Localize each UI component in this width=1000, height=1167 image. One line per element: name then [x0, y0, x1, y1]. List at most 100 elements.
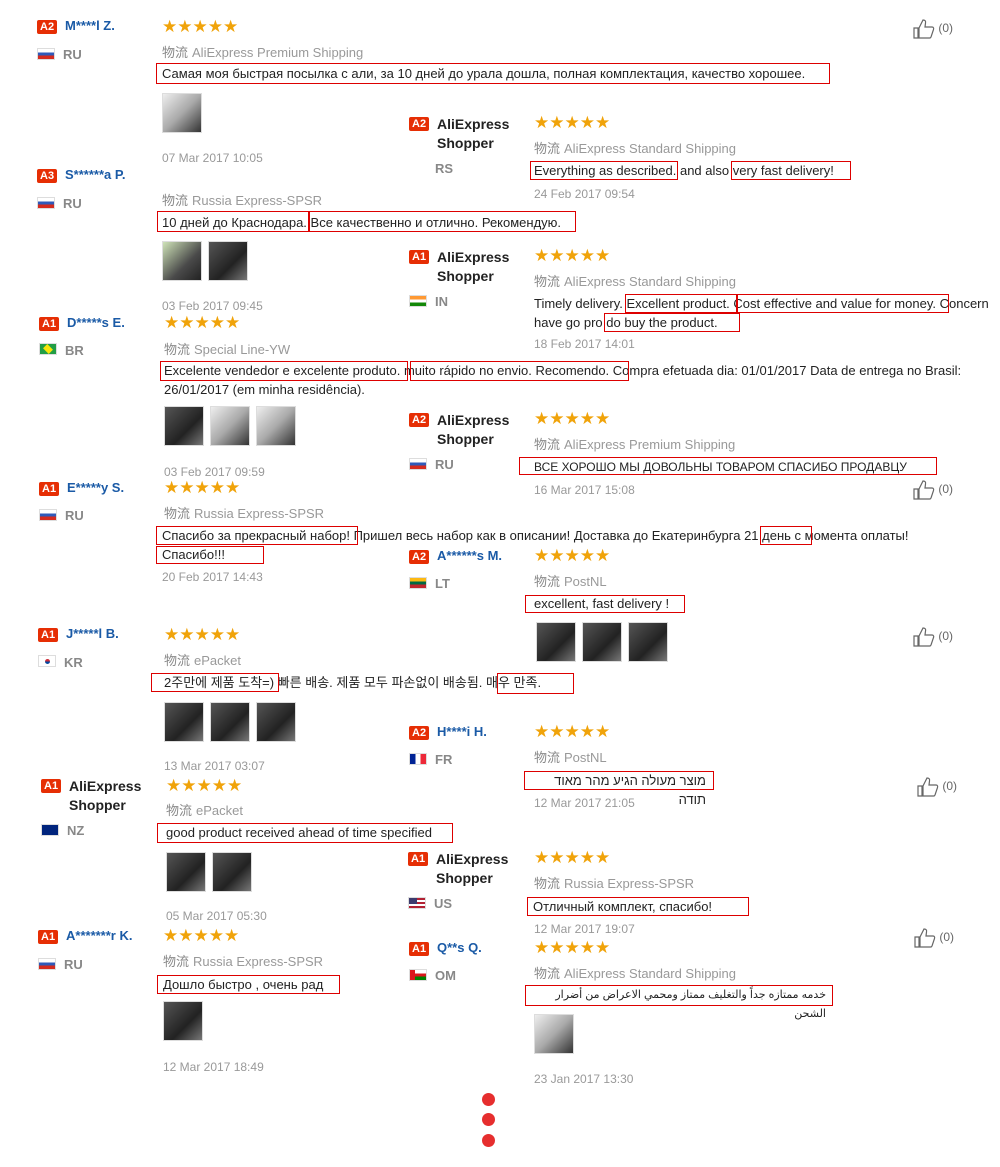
review-photo[interactable]	[212, 852, 252, 892]
review-photo[interactable]	[166, 852, 206, 892]
flag-icon	[37, 197, 55, 209]
reviewer-name[interactable]: M****l Z.	[65, 18, 115, 33]
shipping-label: Special Line-YW	[194, 342, 291, 357]
review-item: A1 D*****s E. BR	[39, 315, 159, 377]
level-badge: A1	[41, 779, 62, 793]
like-count: (0)	[942, 779, 958, 794]
thumbs-up-icon	[913, 627, 935, 647]
review-date: 24 Feb 2017 09:54	[534, 187, 635, 201]
reviewer-name[interactable]: AliExpress Shopper	[437, 411, 547, 449]
rating-stars: ★★★★★	[164, 478, 241, 497]
review-photo[interactable]	[208, 241, 248, 281]
shipping-label: PostNL	[564, 750, 607, 765]
review-photo[interactable]	[210, 406, 250, 446]
shipping-label: Russia Express-SPSR	[192, 193, 323, 208]
flag-icon	[39, 509, 57, 521]
photo-strip	[162, 241, 248, 281]
review-item: A1 AliExpress Shopper IN	[409, 249, 529, 318]
highlight-box	[519, 457, 937, 475]
rating-stars: ★★★★★	[534, 113, 611, 132]
shipping-label: AliExpress Standard Shipping	[564, 141, 737, 156]
flag-icon	[409, 753, 427, 765]
review-photo[interactable]	[256, 702, 296, 742]
reviewer-name[interactable]: S******a P.	[65, 167, 125, 182]
shipping-prefix: 物流	[534, 574, 561, 589]
shipping-prefix: 物流	[534, 141, 561, 156]
reviewer-name[interactable]: D*****s E.	[67, 315, 125, 330]
reviewer-name[interactable]: A******s M.	[437, 548, 502, 563]
review-photo[interactable]	[534, 1014, 574, 1054]
level-badge: A2	[409, 550, 430, 564]
shipping-prefix: 物流	[534, 437, 561, 452]
shipping-method: 物流 AliExpress Standard Shipping	[534, 271, 736, 290]
thumbs-up-icon	[917, 777, 939, 797]
review-date: 13 Mar 2017 03:07	[164, 759, 265, 773]
highlight-box	[157, 823, 453, 843]
review-item: A1 AliExpress Shopper US	[408, 851, 528, 920]
shipping-label: AliExpress Premium Shipping	[564, 437, 736, 452]
thumbs-up-icon	[913, 19, 935, 39]
shipping-prefix: 物流	[162, 193, 189, 208]
reviewer-name[interactable]: E*****y S.	[67, 480, 124, 495]
reviewer-name[interactable]: AliExpress Shopper	[437, 248, 547, 286]
level-badge: A3	[37, 169, 58, 183]
reviewer-name[interactable]: A*******r K.	[66, 928, 132, 943]
reviewer-name[interactable]: AliExpress Shopper	[436, 850, 546, 888]
reviewer-name[interactable]: Q**s Q.	[437, 940, 482, 955]
review-photo[interactable]	[164, 406, 204, 446]
photo-strip	[163, 1001, 203, 1041]
like-button[interactable]: (0)	[913, 627, 953, 647]
like-button[interactable]: (0)	[914, 928, 954, 948]
rating-stars: ★★★★★	[534, 546, 611, 565]
review-photo[interactable]	[162, 93, 202, 133]
reviewer-name[interactable]: H****i H.	[437, 724, 487, 739]
review-photo[interactable]	[582, 622, 622, 662]
reviewer-name[interactable]: AliExpress Shopper	[437, 115, 547, 153]
photo-strip	[166, 852, 252, 892]
shipping-method: 物流 Russia Express-SPSR	[162, 190, 322, 209]
like-count: (0)	[939, 930, 955, 945]
country-code: KR	[64, 655, 83, 670]
like-button[interactable]: (0)	[913, 19, 953, 39]
country-code: RU	[64, 957, 83, 972]
highlight-box	[157, 975, 340, 994]
shipping-method: 物流 PostNL	[534, 571, 607, 590]
review-photo[interactable]	[210, 702, 250, 742]
flag-icon	[37, 48, 55, 60]
level-badge: A1	[38, 930, 59, 944]
reviewer-name[interactable]: AliExpress Shopper	[69, 777, 179, 815]
photo-strip	[536, 622, 668, 662]
highlight-box	[156, 63, 830, 84]
shipping-label: Russia Express-SPSR	[193, 954, 324, 969]
review-date: 23 Jan 2017 13:30	[534, 1072, 634, 1086]
flag-icon	[409, 458, 427, 470]
highlight-box	[731, 161, 851, 180]
like-button[interactable]: (0)	[913, 480, 953, 500]
highlight-box	[530, 161, 678, 180]
flag-icon	[38, 655, 56, 667]
shipping-prefix: 物流	[163, 954, 190, 969]
country-code: BR	[65, 343, 84, 358]
level-badge: A2	[409, 413, 430, 427]
review-date: 18 Feb 2017 14:01	[534, 337, 635, 351]
review-photo[interactable]	[628, 622, 668, 662]
shipping-prefix: 物流	[534, 876, 561, 891]
photo-strip	[162, 93, 202, 133]
rating-stars: ★★★★★	[162, 17, 239, 36]
review-photo[interactable]	[536, 622, 576, 662]
shipping-method: 物流 PostNL	[534, 747, 607, 766]
review-photo[interactable]	[163, 1001, 203, 1041]
country-code: LT	[435, 576, 450, 591]
like-count: (0)	[938, 629, 954, 644]
loading-dot	[482, 1113, 495, 1126]
level-badge: A1	[38, 628, 59, 642]
like-button[interactable]: (0)	[917, 777, 957, 797]
shipping-label: Russia Express-SPSR	[564, 876, 695, 891]
country-code: RU	[63, 196, 82, 211]
rating-stars: ★★★★★	[163, 926, 240, 945]
country-code: RS	[435, 161, 454, 176]
review-photo[interactable]	[256, 406, 296, 446]
reviewer-name[interactable]: J*****l B.	[66, 626, 119, 641]
review-photo[interactable]	[164, 702, 204, 742]
review-photo[interactable]	[162, 241, 202, 281]
